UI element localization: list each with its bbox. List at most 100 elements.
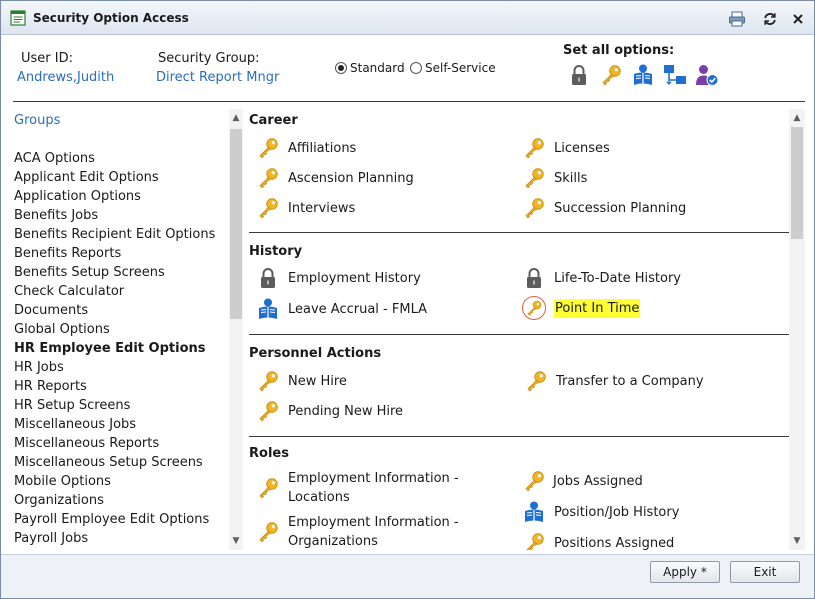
section-title-personnel-actions: Personnel Actions: [249, 346, 382, 361]
close-icon[interactable]: [789, 10, 807, 28]
group-item-mobile-options[interactable]: Mobile Options: [14, 472, 229, 491]
key-icon[interactable]: [256, 399, 280, 423]
option-affiliations[interactable]: Affiliations: [256, 136, 356, 160]
option-label: Jobs Assigned: [553, 473, 643, 489]
set-all-hierarchy-icon[interactable]: [663, 63, 687, 87]
option-label: Position/Job History: [554, 504, 680, 520]
group-item-hr-reports[interactable]: HR Reports: [14, 377, 229, 396]
header-divider: [13, 101, 805, 102]
section-divider: [249, 334, 789, 335]
refresh-icon[interactable]: [761, 10, 779, 28]
option-employment-history[interactable]: Employment History: [256, 266, 421, 290]
option-transfer-to-a-company[interactable]: Transfer to a Company: [524, 369, 704, 393]
section-title-career: Career: [249, 113, 298, 128]
groups-scroll-thumb[interactable]: [230, 129, 242, 319]
user-id-value[interactable]: Andrews,Judith: [17, 70, 114, 85]
reader-icon[interactable]: [256, 297, 280, 321]
set-all-user-check-icon[interactable]: [695, 63, 719, 87]
group-item-miscellaneous-reports[interactable]: Miscellaneous Reports: [14, 434, 229, 453]
option-ascension-planning[interactable]: Ascension Planning: [256, 166, 414, 190]
option-label-line1: Employment Information -: [288, 515, 459, 530]
key-icon[interactable]: [522, 469, 546, 493]
scroll-up-icon[interactable]: ▲: [229, 111, 243, 125]
set-all-lock-icon[interactable]: [567, 63, 591, 87]
key-icon[interactable]: [256, 476, 280, 500]
option-succession-planning[interactable]: Succession Planning: [522, 196, 686, 220]
option-label: Interviews: [288, 200, 356, 216]
security-group-value[interactable]: Direct Report Mngr: [156, 70, 279, 85]
group-item-hr-jobs[interactable]: HR Jobs: [14, 358, 229, 377]
option-label: Licenses: [554, 140, 610, 156]
key-icon[interactable]: [522, 296, 546, 320]
group-item-application-options[interactable]: Application Options: [14, 187, 229, 206]
group-item-global-options[interactable]: Global Options: [14, 320, 229, 339]
group-item-miscellaneous-setup-screens[interactable]: Miscellaneous Setup Screens: [14, 453, 229, 472]
radio-self-service[interactable]: Self-Service: [410, 61, 496, 75]
group-item-benefits-setup-screens[interactable]: Benefits Setup Screens: [14, 263, 229, 282]
option-label: Affiliations: [288, 140, 357, 156]
option-interviews[interactable]: Interviews: [256, 196, 355, 220]
user-id-label: User ID:: [21, 51, 73, 66]
option-label: Life-To-Date History: [554, 270, 681, 286]
set-all-reader-icon[interactable]: [631, 63, 655, 87]
scroll-down-icon[interactable]: ▼: [229, 534, 243, 548]
option-leave-accrual-fmla[interactable]: Leave Accrual - FMLA: [256, 297, 427, 321]
option-pending-new-hire[interactable]: Pending New Hire: [256, 399, 403, 423]
option-new-hire[interactable]: New Hire: [256, 369, 347, 393]
option-point-in-time[interactable]: Point In Time: [522, 296, 641, 320]
group-item-aca-options[interactable]: ACA Options: [14, 149, 229, 168]
group-item-benefits-jobs[interactable]: Benefits Jobs: [14, 206, 229, 225]
key-icon[interactable]: [524, 369, 548, 393]
option-skills[interactable]: Skills: [522, 166, 587, 190]
option-licenses[interactable]: Licenses: [522, 136, 610, 160]
apply-button[interactable]: Apply *: [650, 561, 720, 583]
group-item-applicant-edit-options[interactable]: Applicant Edit Options: [14, 168, 229, 187]
groups-list: ACA Options Applicant Edit Options Appli…: [14, 149, 229, 548]
group-item-organizations[interactable]: Organizations: [14, 491, 229, 510]
key-icon[interactable]: [522, 166, 546, 190]
option-label: Ascension Planning: [288, 170, 414, 186]
option-employment-information-locations[interactable]: Employment Information - Locations: [256, 469, 459, 507]
set-all-key-icon[interactable]: [599, 63, 623, 87]
key-icon[interactable]: [522, 196, 546, 220]
options-scrollbar[interactable]: ▲ ▼: [789, 109, 805, 550]
option-employment-information-organizations[interactable]: Employment Information - Organizations: [256, 513, 459, 550]
options-scroll-thumb[interactable]: [791, 127, 803, 239]
option-label: Pending New Hire: [288, 403, 404, 419]
group-item-documents[interactable]: Documents: [14, 301, 229, 320]
scroll-up-icon[interactable]: ▲: [790, 111, 804, 125]
group-item-check-calculator[interactable]: Check Calculator: [14, 282, 229, 301]
group-item-payroll-jobs[interactable]: Payroll Jobs: [14, 529, 229, 548]
key-icon[interactable]: [256, 196, 280, 220]
radio-standard-dot[interactable]: [335, 62, 347, 74]
group-item-benefits-recipient-edit-options[interactable]: Benefits Recipient Edit Options: [14, 225, 229, 244]
option-label: Succession Planning: [554, 200, 687, 216]
radio-self-service-dot[interactable]: [410, 62, 422, 74]
group-item-hr-employee-edit-options[interactable]: HR Employee Edit Options: [14, 339, 229, 358]
group-item-miscellaneous-jobs[interactable]: Miscellaneous Jobs: [14, 415, 229, 434]
key-icon[interactable]: [522, 136, 546, 160]
group-item-hr-setup-screens[interactable]: HR Setup Screens: [14, 396, 229, 415]
exit-button[interactable]: Exit: [730, 561, 800, 583]
groups-panel: Groups ACA Options Applicant Edit Option…: [1, 109, 243, 550]
set-all-options-label: Set all options:: [563, 43, 675, 58]
scroll-down-icon[interactable]: ▼: [790, 534, 804, 548]
key-icon[interactable]: [256, 369, 280, 393]
option-label: Skills: [554, 170, 588, 186]
radio-standard[interactable]: Standard: [335, 61, 405, 75]
print-icon[interactable]: [728, 10, 746, 28]
option-positions-assigned[interactable]: Positions Assigned: [522, 531, 674, 550]
key-icon[interactable]: [256, 166, 280, 190]
key-icon[interactable]: [256, 520, 280, 544]
lock-icon[interactable]: [522, 266, 546, 290]
group-item-payroll-employee-edit-options[interactable]: Payroll Employee Edit Options: [14, 510, 229, 529]
option-jobs-assigned[interactable]: Jobs Assigned: [522, 469, 643, 493]
option-life-to-date-history[interactable]: Life-To-Date History: [522, 266, 681, 290]
lock-icon[interactable]: [256, 266, 280, 290]
group-item-benefits-reports[interactable]: Benefits Reports: [14, 244, 229, 263]
option-position-job-history[interactable]: Position/Job History: [522, 500, 679, 524]
groups-scrollbar[interactable]: ▲ ▼: [229, 109, 243, 550]
key-icon[interactable]: [256, 136, 280, 160]
key-icon[interactable]: [522, 531, 546, 550]
reader-icon[interactable]: [522, 500, 546, 524]
